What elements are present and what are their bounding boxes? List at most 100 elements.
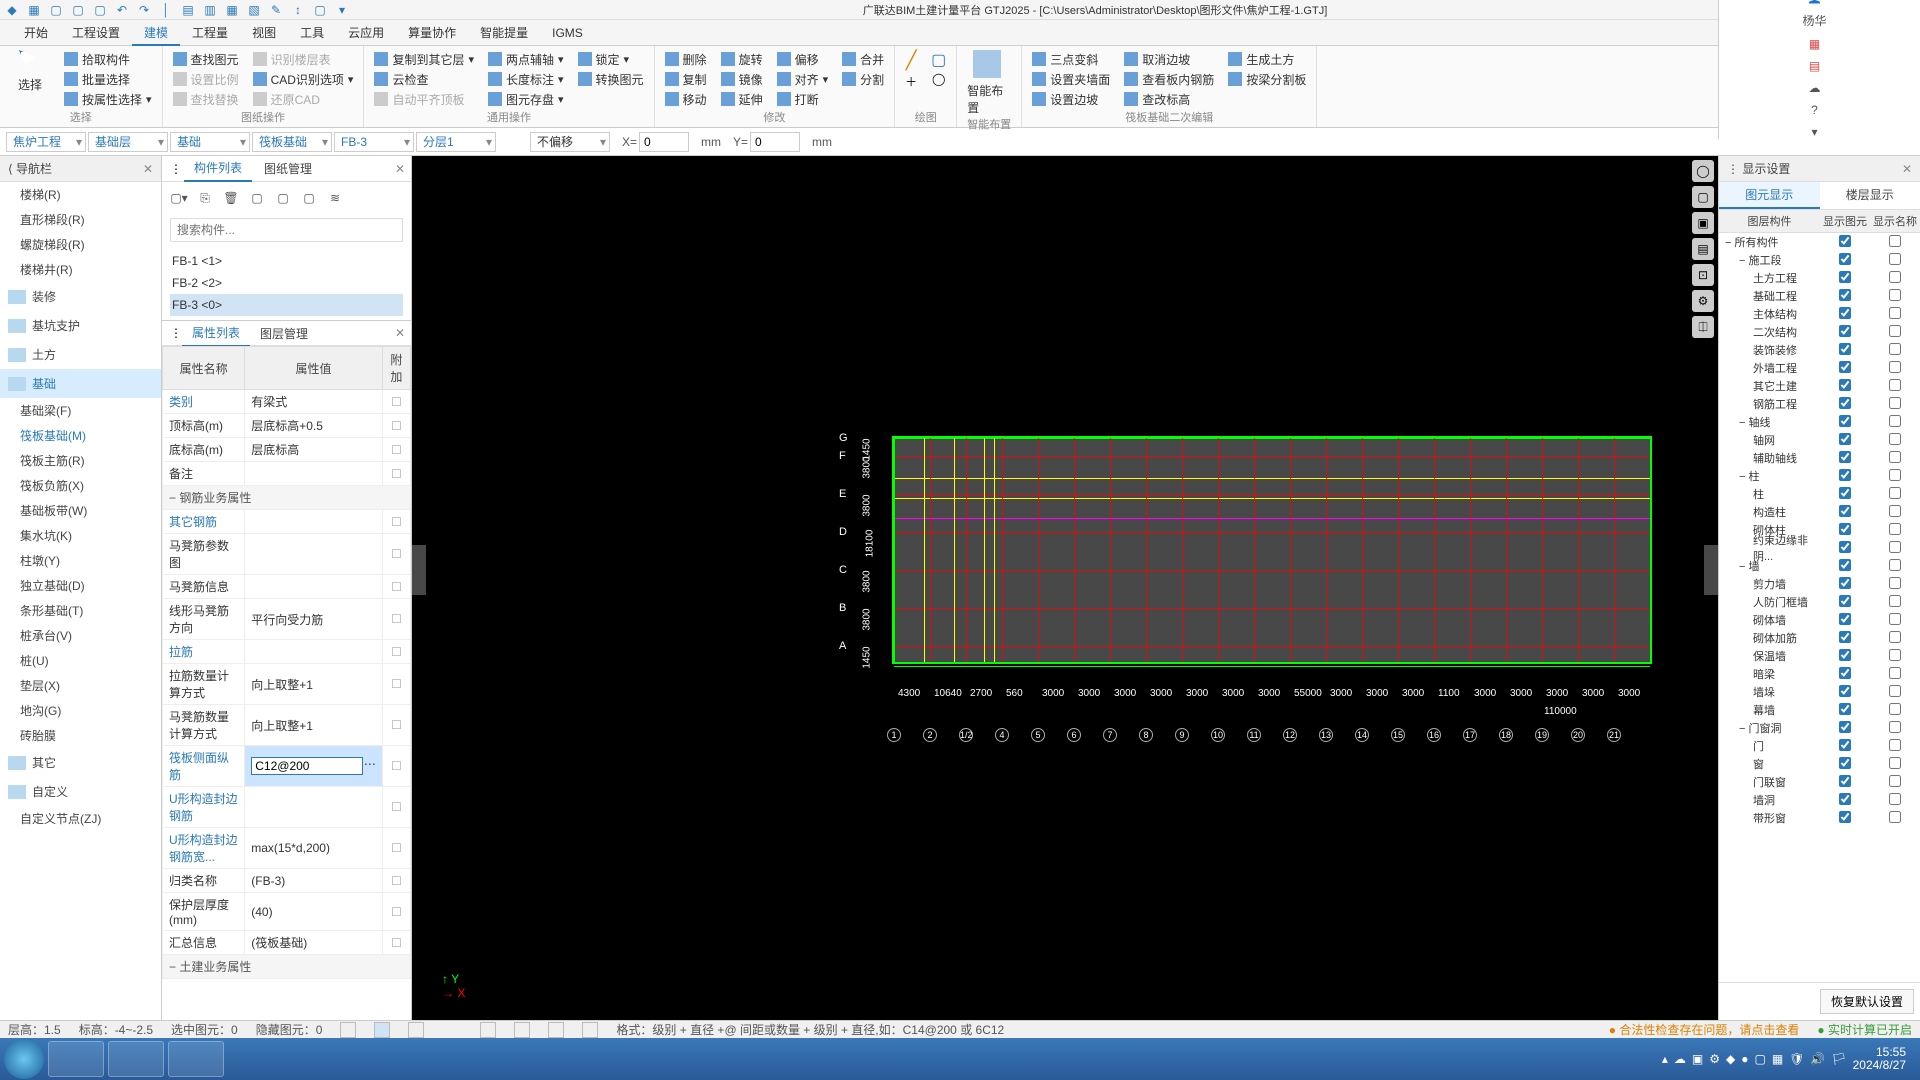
show-element-checkbox[interactable] xyxy=(1839,703,1851,715)
show-element-checkbox[interactable] xyxy=(1839,649,1851,661)
extend-btn[interactable]: 延伸 xyxy=(721,90,763,108)
search-input[interactable] xyxy=(170,218,403,242)
tray-icon[interactable]: ▣ xyxy=(1692,1052,1703,1066)
show-name-checkbox[interactable] xyxy=(1889,361,1901,373)
tab-start[interactable]: 开始 xyxy=(12,20,60,46)
show-name-checkbox[interactable] xyxy=(1889,757,1901,769)
copy-icon[interactable]: ⎘ xyxy=(196,191,214,206)
tray-icon[interactable]: 🏳 xyxy=(1831,1052,1846,1066)
nav-item[interactable]: 垫层(X) xyxy=(0,673,161,698)
display-row[interactable]: 其它土建 xyxy=(1719,377,1920,395)
show-name-checkbox[interactable] xyxy=(1889,469,1901,481)
display-row[interactable]: 轴网 xyxy=(1719,431,1920,449)
show-name-checkbox[interactable] xyxy=(1889,433,1901,445)
tab-cloud[interactable]: 云应用 xyxy=(336,20,396,46)
offset-btn[interactable]: 偏移 xyxy=(777,50,829,68)
qat-new-icon[interactable]: ▢ xyxy=(48,2,64,18)
c-icon[interactable]: ▢ xyxy=(300,191,318,205)
table-row[interactable]: 其它钢筋☐ xyxy=(163,510,411,534)
collapse-icon[interactable]: ⟨ xyxy=(8,162,13,176)
break-btn[interactable]: 打断 xyxy=(777,90,829,108)
display-row[interactable]: 砌体墙 xyxy=(1719,611,1920,629)
tab-tools[interactable]: 工具 xyxy=(288,20,336,46)
tab-smart[interactable]: 智能提量 xyxy=(468,20,540,46)
nav-category[interactable]: 装修 xyxy=(0,282,161,311)
display-row[interactable]: 墙洞 xyxy=(1719,791,1920,809)
smart-layout-button[interactable]: 智能布置 xyxy=(967,50,1007,116)
table-row[interactable]: 归类名称(FB-3)☐ xyxy=(163,869,411,893)
show-element-checkbox[interactable] xyxy=(1839,811,1851,823)
show-element-checkbox[interactable] xyxy=(1839,469,1851,481)
show-element-checkbox[interactable] xyxy=(1839,793,1851,805)
table-row[interactable]: 筏板侧面纵筋 ⋯☐ xyxy=(163,746,411,787)
status-realtime[interactable]: ● 实时计算已开启 xyxy=(1817,1021,1912,1038)
show-name-checkbox[interactable] xyxy=(1889,487,1901,499)
user-icon[interactable]: 👤 xyxy=(1807,0,1822,4)
show-element-checkbox[interactable] xyxy=(1839,685,1851,697)
status-tool2[interactable] xyxy=(374,1022,390,1038)
tab-layers[interactable]: 图层管理 xyxy=(250,321,318,346)
show-name-checkbox[interactable] xyxy=(1889,235,1901,247)
status-tool1[interactable] xyxy=(340,1022,356,1038)
line-icon[interactable]: ╱ xyxy=(906,50,917,71)
display-row[interactable]: 带形窗 xyxy=(1719,809,1920,827)
spacer-icon[interactable]: ⋮ xyxy=(170,162,182,176)
show-name-checkbox[interactable] xyxy=(1889,559,1901,571)
tray-icon[interactable]: ▦ xyxy=(1772,1052,1783,1066)
display-row[interactable]: − 轴线 xyxy=(1719,413,1920,431)
show-element-checkbox[interactable] xyxy=(1839,595,1851,607)
nav-item[interactable]: 楼梯井(R) xyxy=(0,257,161,282)
show-name-checkbox[interactable] xyxy=(1889,649,1901,661)
show-element-checkbox[interactable] xyxy=(1839,325,1851,337)
display-row[interactable]: 剪力墙 xyxy=(1719,575,1920,593)
show-element-checkbox[interactable] xyxy=(1839,739,1851,751)
qat-redo-icon[interactable]: ↷ xyxy=(136,2,152,18)
clock[interactable]: 15:55 2024/8/27 xyxy=(1853,1046,1906,1072)
display-row[interactable]: 砌体加筋 xyxy=(1719,629,1920,647)
element-save[interactable]: 图元存盘▾ xyxy=(488,90,564,108)
nav-category[interactable]: 其它 xyxy=(0,748,161,777)
find-element[interactable]: 查找图元 xyxy=(173,50,239,68)
qat-select-icon[interactable]: ▦ xyxy=(26,2,42,18)
cad-options[interactable]: CAD识别选项▾ xyxy=(253,70,354,88)
qat-b-icon[interactable]: ▥ xyxy=(202,2,218,18)
spacer-icon[interactable]: ⋮ xyxy=(170,326,182,340)
split-by-beam[interactable]: 按梁分割板 xyxy=(1228,70,1306,88)
show-name-checkbox[interactable] xyxy=(1889,541,1901,553)
display-row[interactable]: 保温墙 xyxy=(1719,647,1920,665)
tab-collab[interactable]: 算量协作 xyxy=(396,20,468,46)
drawing-canvas[interactable]: ◯ ▢ ▣ ▤ ⊡ ⚙ ⎅ GFEDCBA1450380038001810038… xyxy=(412,156,1718,1020)
tool-3d-icon[interactable]: ◯ xyxy=(1692,160,1714,182)
tray-icon[interactable]: ▢ xyxy=(1755,1052,1766,1066)
panel-close-icon[interactable]: ✕ xyxy=(395,326,411,340)
display-row[interactable]: 门 xyxy=(1719,737,1920,755)
nav-item[interactable]: 条形基础(T) xyxy=(0,598,161,623)
nav-category[interactable]: 自定义 xyxy=(0,777,161,806)
tray-icon[interactable]: ▴ xyxy=(1662,1052,1668,1066)
status-tool4[interactable] xyxy=(480,1022,496,1038)
tab-project[interactable]: 工程设置 xyxy=(60,20,132,46)
tab-model[interactable]: 建模 xyxy=(132,20,180,46)
show-name-checkbox[interactable] xyxy=(1889,703,1901,715)
show-name-checkbox[interactable] xyxy=(1889,505,1901,517)
show-name-checkbox[interactable] xyxy=(1889,523,1901,535)
split-btn[interactable]: 分割 xyxy=(842,70,884,88)
show-name-checkbox[interactable] xyxy=(1889,451,1901,463)
tab-floor-display[interactable]: 楼层显示 xyxy=(1820,182,1920,209)
table-row[interactable]: 备注☐ xyxy=(163,462,411,486)
reset-defaults-button[interactable]: 恢复默认设置 xyxy=(1820,989,1914,1014)
display-row[interactable]: 辅助轴线 xyxy=(1719,449,1920,467)
show-element-checkbox[interactable] xyxy=(1839,397,1851,409)
pick-component[interactable]: 拾取构件 xyxy=(64,50,152,68)
nav-item[interactable]: 砖胎膜 xyxy=(0,723,161,748)
close-icon[interactable]: ✕ xyxy=(1902,162,1912,176)
nav-item[interactable]: 集水坑(K) xyxy=(0,523,161,548)
offset-select[interactable]: 不偏移 xyxy=(530,132,610,152)
nav-item[interactable]: 柱墩(Y) xyxy=(0,548,161,573)
display-row[interactable]: − 柱 xyxy=(1719,467,1920,485)
tray-icon[interactable]: 🛡 xyxy=(1789,1052,1804,1066)
list-item[interactable]: FB-1 <1> xyxy=(170,250,403,272)
display-row[interactable]: 外墙工程 xyxy=(1719,359,1920,377)
table-row[interactable]: − 土建业务属性 xyxy=(163,955,411,979)
table-row[interactable]: 马凳筋信息☐ xyxy=(163,575,411,599)
